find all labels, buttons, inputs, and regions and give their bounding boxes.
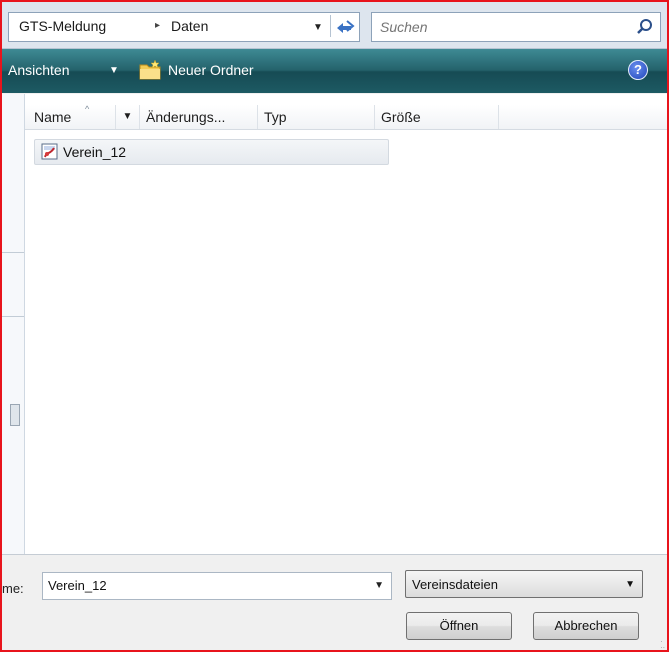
address-bar[interactable]: GTS-Meldung ▸ Daten ▼ [8, 12, 360, 42]
breadcrumb-separator-icon[interactable]: ▸ [155, 20, 160, 31]
file-icon [41, 143, 58, 160]
new-folder-icon[interactable] [138, 58, 162, 82]
breadcrumb-daten[interactable]: Daten [171, 18, 208, 34]
nav-divider [2, 252, 24, 253]
filetype-value: Vereinsdateien [412, 577, 499, 592]
file-item[interactable]: Verein_12 [34, 139, 389, 165]
column-name-label: Name [34, 109, 72, 125]
views-button[interactable]: Ansichten [8, 62, 69, 78]
search-icon[interactable] [636, 18, 654, 36]
navigation-pane[interactable] [2, 94, 25, 554]
filetype-dropdown-icon[interactable]: ▼ [625, 579, 635, 590]
cancel-button[interactable]: Abbrechen [533, 612, 639, 640]
filename-label: me: [2, 581, 24, 596]
refresh-button[interactable] [330, 15, 359, 37]
column-header-row: Name ^ ▼ Änderungs... Typ Größe [25, 104, 667, 130]
file-open-dialog: GTS-Meldung ▸ Daten ▼ Ansichten ▼ Ne [0, 0, 669, 652]
column-header-type[interactable]: Typ [258, 105, 375, 129]
dialog-footer: me: ▼ Vereinsdateien ▼ Öffnen Abbrechen … [2, 554, 667, 650]
column-name-filter-dropdown-icon[interactable]: ▼ [116, 105, 140, 129]
sort-ascending-icon: ^ [85, 104, 90, 114]
refresh-icon [337, 20, 355, 33]
search-input[interactable] [380, 19, 620, 35]
file-list-view[interactable]: Name ^ ▼ Änderungs... Typ Größe Verein_1… [25, 94, 667, 554]
column-header-name[interactable]: Name ^ [28, 104, 116, 129]
address-history-dropdown-icon[interactable]: ▼ [313, 22, 323, 33]
file-name: Verein_12 [63, 144, 127, 160]
column-header-date[interactable]: Änderungs... [140, 105, 258, 129]
breadcrumb-gts-meldung[interactable]: GTS-Meldung [19, 18, 106, 34]
filename-dropdown-icon[interactable]: ▼ [374, 580, 384, 591]
search-box[interactable] [371, 12, 661, 42]
views-dropdown-icon[interactable]: ▼ [109, 65, 119, 76]
help-icon[interactable]: ? [628, 60, 648, 80]
column-header-size[interactable]: Größe [375, 105, 499, 129]
address-bar-row: GTS-Meldung ▸ Daten ▼ [2, 2, 667, 49]
open-button[interactable]: Öffnen [406, 612, 512, 640]
filename-combobox[interactable]: ▼ [42, 572, 392, 600]
filetype-select[interactable]: Vereinsdateien ▼ [405, 570, 643, 598]
nav-divider [2, 316, 24, 317]
nav-scrollbar-thumb[interactable] [10, 404, 20, 426]
resize-grip-icon[interactable]: . .. [661, 636, 665, 650]
filename-input[interactable] [48, 578, 348, 593]
new-folder-button[interactable]: Neuer Ordner [168, 62, 254, 78]
command-toolbar: Ansichten ▼ Neuer Ordner ? [2, 49, 667, 93]
